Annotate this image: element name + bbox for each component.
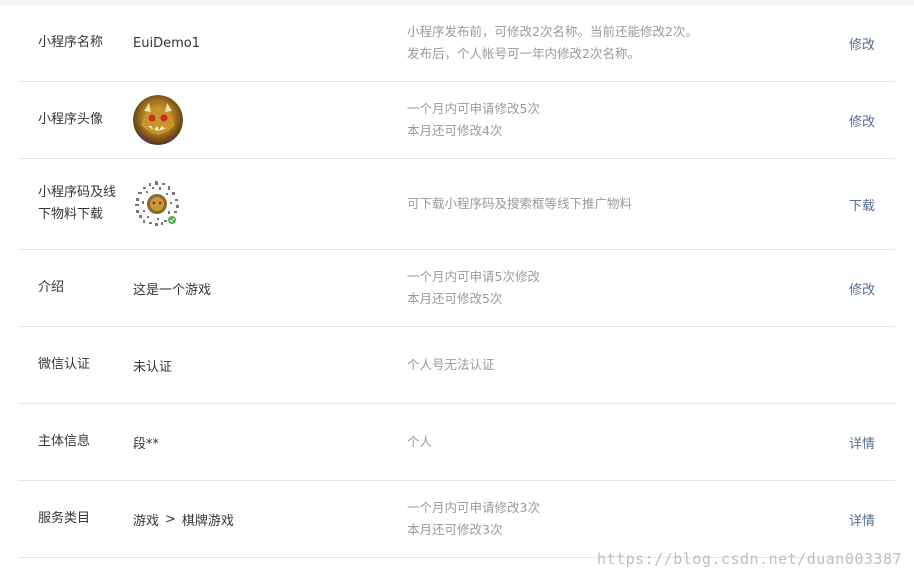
- description-line: 发布后，个人帐号可一年内修改2次名称。: [407, 46, 640, 61]
- verification-status: 未认证: [133, 359, 173, 375]
- row-label: 微信认证: [38, 357, 91, 372]
- row-code: 小程序码及线下物料下载 可下载小程序码及搜索框等线下推广物料 下载: [18, 159, 895, 250]
- row-description: 一个月内可申请5次修改 本月还可修改5次: [407, 250, 787, 326]
- row-description: 一个月内可申请修改5次 本月还可修改4次: [407, 82, 787, 158]
- intro-text: 这是一个游戏: [133, 282, 212, 298]
- row-label: 主体信息: [38, 434, 91, 449]
- modify-name-link[interactable]: 修改: [849, 5, 875, 81]
- description-line: 本月还可修改3次: [407, 522, 503, 537]
- description-line: 可下载小程序码及搜索框等线下推广物料: [407, 196, 633, 211]
- subcategory-name: 棋牌游戏: [181, 513, 234, 529]
- row-name: 小程序名称 EuiDemo1 小程序发布前，可修改2次名称。当前还能修改2次。 …: [18, 5, 895, 82]
- watermark-text: https://blog.csdn.net/duan003387: [597, 550, 902, 568]
- settings-table: 小程序名称 EuiDemo1 小程序发布前，可修改2次名称。当前还能修改2次。 …: [18, 5, 895, 558]
- category-name: 游戏: [133, 513, 160, 529]
- description-line: 小程序发布前，可修改2次名称。当前还能修改2次。: [407, 24, 698, 39]
- row-label: 服务类目: [38, 511, 91, 526]
- avatar-cell: [133, 82, 383, 158]
- chevron-right-icon: >: [165, 511, 176, 527]
- row-description: 一个月内可申请修改3次 本月还可修改3次: [407, 481, 787, 557]
- category-details-link[interactable]: 详情: [849, 481, 875, 557]
- description-line: 一个月内可申请修改3次: [407, 500, 540, 515]
- row-verification: 微信认证 未认证 个人号无法认证: [18, 327, 895, 404]
- code-cell: [133, 159, 383, 249]
- row-description: 小程序发布前，可修改2次名称。当前还能修改2次。 发布后，个人帐号可一年内修改2…: [407, 5, 787, 81]
- description-line: 本月还可修改4次: [407, 123, 503, 138]
- description-line: 本月还可修改5次: [407, 291, 503, 306]
- row-label: 小程序头像: [38, 112, 104, 127]
- row-avatar: 小程序头像 一个月内可申请修改5次 本月还可修改4次 修改: [18, 82, 895, 159]
- row-description: 个人: [407, 404, 787, 480]
- row-category: 服务类目 游戏 > 棋牌游戏 一个月内可申请修改3次 本月还可修改3次 详情: [18, 481, 895, 558]
- description-line: 个人号无法认证: [407, 357, 495, 372]
- row-intro: 介绍 这是一个游戏 一个月内可申请5次修改 本月还可修改5次 修改: [18, 250, 895, 327]
- modify-intro-link[interactable]: 修改: [849, 250, 875, 326]
- row-label: 介绍: [38, 280, 65, 295]
- description-line: 个人: [407, 434, 433, 449]
- mini-program-code-icon: [135, 181, 179, 226]
- row-description: 个人号无法认证: [407, 327, 787, 403]
- modify-avatar-link[interactable]: 修改: [849, 82, 875, 158]
- mini-program-name: EuiDemo1: [133, 35, 200, 51]
- download-code-link[interactable]: 下载: [849, 159, 875, 249]
- entity-details-link[interactable]: 详情: [849, 404, 875, 480]
- description-line: 一个月内可申请修改5次: [407, 101, 540, 116]
- description-line: 一个月内可申请5次修改: [407, 269, 540, 284]
- entity-name: 段**: [133, 436, 160, 452]
- row-description: 可下载小程序码及搜索框等线下推广物料: [407, 159, 787, 249]
- avatar-image: [133, 95, 183, 145]
- category-path: 游戏 > 棋牌游戏: [133, 481, 383, 557]
- row-label: 小程序码及线下物料下载: [38, 185, 117, 222]
- row-label: 小程序名称: [38, 35, 104, 50]
- row-entity: 主体信息 段** 个人 详情: [18, 404, 895, 481]
